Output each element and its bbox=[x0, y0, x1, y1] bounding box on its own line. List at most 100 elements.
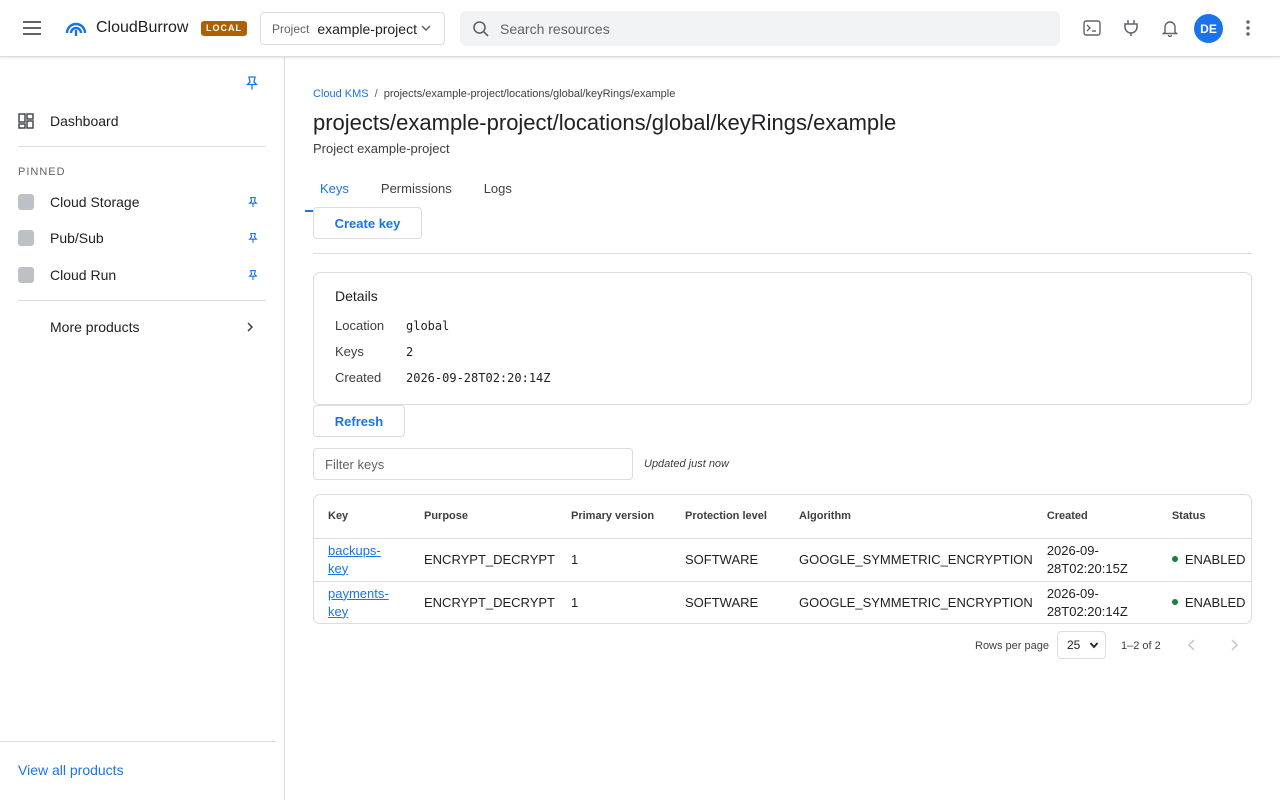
sidebar-item-dashboard[interactable]: Dashboard bbox=[0, 105, 284, 137]
search-input[interactable] bbox=[500, 20, 1040, 37]
cloud-run-icon bbox=[18, 267, 34, 283]
user-avatar[interactable]: DE bbox=[1194, 14, 1223, 43]
key-algorithm: GOOGLE_SYMMETRIC_ENCRYPTION bbox=[785, 538, 1033, 582]
details-row-keys: Keys 2 bbox=[335, 344, 413, 359]
main-content: Cloud KMS / projects/example-project/locat… bbox=[285, 57, 1280, 800]
status-label: ENABLED bbox=[1184, 594, 1246, 610]
details-card: Details Location global Keys 2 Created 2026… bbox=[313, 272, 1252, 405]
project-picker-label: Project bbox=[272, 21, 310, 36]
chevron-down-icon bbox=[1089, 642, 1099, 649]
chevron-down-icon bbox=[421, 25, 431, 32]
details-row-created: Created 2026-09-28T02:20:14Z bbox=[335, 370, 551, 385]
sidebar-item-cloud-run[interactable]: Cloud Run bbox=[0, 259, 284, 291]
column-header-purpose[interactable]: Purpose bbox=[410, 495, 557, 539]
pinned-section-label: PINNED bbox=[18, 166, 66, 178]
project-picker[interactable]: Project example-project bbox=[260, 12, 445, 45]
details-value: 2026-09-28T02:20:14Z bbox=[406, 371, 551, 385]
key-purpose: ENCRYPT_DECRYPT bbox=[424, 594, 555, 610]
updated-status: Updated just now bbox=[644, 458, 729, 470]
more-products-item[interactable]: More products bbox=[0, 311, 284, 343]
sidebar-item-pubsub[interactable]: Pub/Sub bbox=[0, 222, 284, 254]
key-algorithm: GOOGLE_SYMMETRIC_ENCRYPTION bbox=[799, 594, 1033, 610]
key-status: ENABLED bbox=[1157, 538, 1251, 582]
keys-table: Key Purpose Primary version Protection l… bbox=[313, 494, 1252, 624]
hamburger-menu-icon[interactable] bbox=[20, 16, 44, 40]
key-primary-version: 1 bbox=[557, 538, 671, 582]
dashboard-icon bbox=[18, 113, 34, 129]
details-value: global bbox=[406, 319, 450, 333]
rows-per-page-label: Rows per page bbox=[975, 640, 1049, 652]
divider bbox=[313, 253, 1252, 254]
breadcrumb-cloud-kms-link[interactable]: Cloud KMS bbox=[313, 88, 369, 100]
pin-icon[interactable] bbox=[247, 232, 259, 244]
top-bar: CloudBurrow LOCAL Project example-projec… bbox=[0, 0, 1280, 57]
status-dot-icon bbox=[1171, 599, 1178, 606]
sidebar-item-cloud-storage[interactable]: Cloud Storage bbox=[0, 186, 284, 218]
chevron-left-icon bbox=[1187, 639, 1195, 651]
sidebar: Dashboard PINNED Cloud Storage Pub/Sub C… bbox=[0, 57, 285, 800]
create-key-button[interactable]: Create key bbox=[313, 207, 422, 239]
key-created: 2026-09-28T02:20:15Z bbox=[1032, 538, 1158, 582]
tab-logs[interactable]: Logs bbox=[469, 177, 527, 212]
search-bar[interactable] bbox=[460, 11, 1060, 46]
column-header-protection-level[interactable]: Protection level bbox=[671, 495, 785, 539]
column-header-created[interactable]: Created bbox=[1032, 495, 1158, 539]
sidebar-item-label: Cloud Storage bbox=[50, 194, 140, 210]
key-purpose: ENCRYPT_DECRYPT bbox=[410, 538, 557, 582]
divider bbox=[18, 300, 266, 301]
key-name-link[interactable]: payments-key bbox=[328, 586, 389, 619]
details-key: Keys bbox=[335, 344, 364, 359]
key-protection-level: SOFTWARE bbox=[671, 538, 785, 582]
details-key: Created bbox=[335, 370, 382, 385]
chevron-right-icon bbox=[1231, 639, 1239, 651]
chevron-right-icon bbox=[247, 322, 254, 332]
table-header-row: Key Purpose Primary version Protection l… bbox=[314, 495, 1251, 539]
column-header-algorithm[interactable]: Algorithm bbox=[785, 495, 1033, 539]
details-key: Location bbox=[335, 318, 385, 333]
details-value: 2 bbox=[406, 345, 414, 359]
key-protection-level: SOFTWARE bbox=[685, 594, 759, 610]
more-products-label: More products bbox=[50, 319, 140, 335]
more-vert-icon[interactable] bbox=[1238, 18, 1258, 38]
page-subtitle: Project example-project bbox=[313, 141, 450, 156]
key-primary-version: 1 bbox=[571, 594, 579, 610]
previous-page-button[interactable] bbox=[1184, 637, 1200, 653]
breadcrumb-current: projects/example-project/locations/globa… bbox=[383, 88, 676, 100]
column-header-primary-version[interactable]: Primary version bbox=[557, 495, 671, 539]
page-title: projects/example-project/locations/globa… bbox=[313, 110, 897, 135]
divider bbox=[18, 146, 266, 147]
pin-icon[interactable] bbox=[247, 196, 259, 208]
details-heading: Details bbox=[335, 288, 378, 304]
pin-icon[interactable] bbox=[244, 75, 260, 91]
breadcrumb: Cloud KMS / projects/example-project/locat… bbox=[313, 88, 675, 100]
view-all-products-link[interactable]: View all products bbox=[18, 762, 124, 778]
column-header-key[interactable]: Key bbox=[314, 495, 410, 539]
next-page-button[interactable] bbox=[1226, 637, 1242, 653]
environment-badge: LOCAL bbox=[201, 21, 247, 36]
bell-icon[interactable] bbox=[1160, 18, 1180, 38]
rows-per-page-select[interactable]: 25 bbox=[1057, 631, 1106, 659]
status-dot-icon bbox=[1171, 556, 1178, 563]
key-status: ENABLED bbox=[1158, 581, 1251, 623]
details-row-location: Location global bbox=[335, 318, 449, 333]
cloudburrow-logo-icon bbox=[65, 22, 87, 36]
pubsub-icon bbox=[18, 230, 34, 246]
key-name-link[interactable]: backups-key bbox=[328, 543, 381, 576]
cloud-storage-icon bbox=[18, 194, 34, 210]
sidebar-item-label: Cloud Run bbox=[50, 267, 117, 283]
sidebar-footer: View all products bbox=[0, 741, 276, 800]
refresh-button[interactable]: Refresh bbox=[313, 405, 405, 437]
app-name[interactable]: CloudBurrow bbox=[96, 19, 188, 37]
status-label: ENABLED bbox=[1184, 551, 1246, 567]
rows-per-page-value: 25 bbox=[1067, 638, 1081, 652]
pin-icon[interactable] bbox=[247, 269, 259, 281]
project-picker-value: example-project bbox=[317, 20, 417, 37]
filter-keys-input[interactable] bbox=[313, 448, 633, 480]
table-row: backups-key ENCRYPT_DECRYPT 1 SOFTWARE G… bbox=[314, 538, 1251, 582]
table-row: payments-key ENCRYPT_DECRYPT 1 SOFTWARE … bbox=[314, 581, 1251, 623]
terminal-icon[interactable] bbox=[1082, 18, 1102, 38]
pagination-range: 1–2 of 2 bbox=[1121, 640, 1161, 652]
column-header-status[interactable]: Status bbox=[1157, 495, 1251, 539]
breadcrumb-separator: / bbox=[374, 88, 378, 100]
plug-icon[interactable] bbox=[1121, 18, 1141, 38]
